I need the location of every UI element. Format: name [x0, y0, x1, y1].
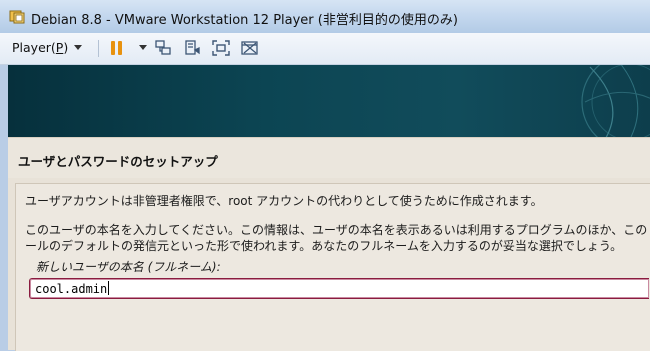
- debian-installer-banner: [8, 65, 650, 137]
- window-title-bar: Debian 8.8 - VMware Workstation 12 Playe…: [0, 0, 650, 34]
- guest-screen[interactable]: ユーザとパスワードのセットアップ ユーザアカウントは非管理者権限で、root ア…: [8, 65, 650, 351]
- fullscreen-icon[interactable]: [211, 39, 231, 57]
- debian-swirl-logo: [581, 65, 650, 137]
- text-cursor: [108, 281, 110, 295]
- player-menu-suffix: ): [63, 40, 69, 55]
- vmware-player-icon: [9, 9, 25, 24]
- chevron-down-icon: [74, 45, 83, 50]
- installer-content-panel: ユーザアカウントは非管理者権限で、root アカウントの代わりとして使うために作…: [15, 183, 650, 351]
- toolbar-separator: [98, 40, 99, 57]
- description-line-1: ユーザアカウントは非管理者権限で、root アカウントの代わりとして使うために作…: [25, 194, 543, 208]
- unity-icon[interactable]: [240, 39, 260, 57]
- send-ctrl-alt-del-icon[interactable]: [153, 39, 173, 57]
- player-menu-prefix: Player(: [12, 40, 56, 55]
- window-title: Debian 8.8 - VMware Workstation 12 Playe…: [31, 13, 458, 28]
- full-name-value: cool.admin: [35, 282, 108, 296]
- toolbar: Player(P): [0, 33, 650, 65]
- full-name-label: 新しいユーザの本名 (フルネーム):: [36, 260, 221, 274]
- removable-devices-icon[interactable]: [183, 39, 203, 57]
- player-menu[interactable]: Player(P): [8, 39, 86, 57]
- section-title: ユーザとパスワードのセットアップ: [18, 154, 218, 169]
- pause-icon[interactable]: [107, 39, 127, 57]
- section-header: ユーザとパスワードのセットアップ: [8, 137, 650, 178]
- description-line-3: ールのデフォルトの発信元といった形で使われます。あなたのフルネームを入力するのが…: [25, 239, 623, 253]
- description-line-2: このユーザの本名を入力してください。この情報は、ユーザの本名を表示あるいは利用す…: [25, 223, 648, 237]
- full-name-input[interactable]: cool.admin: [29, 278, 649, 299]
- pause-menu-chevron-icon[interactable]: [139, 45, 147, 50]
